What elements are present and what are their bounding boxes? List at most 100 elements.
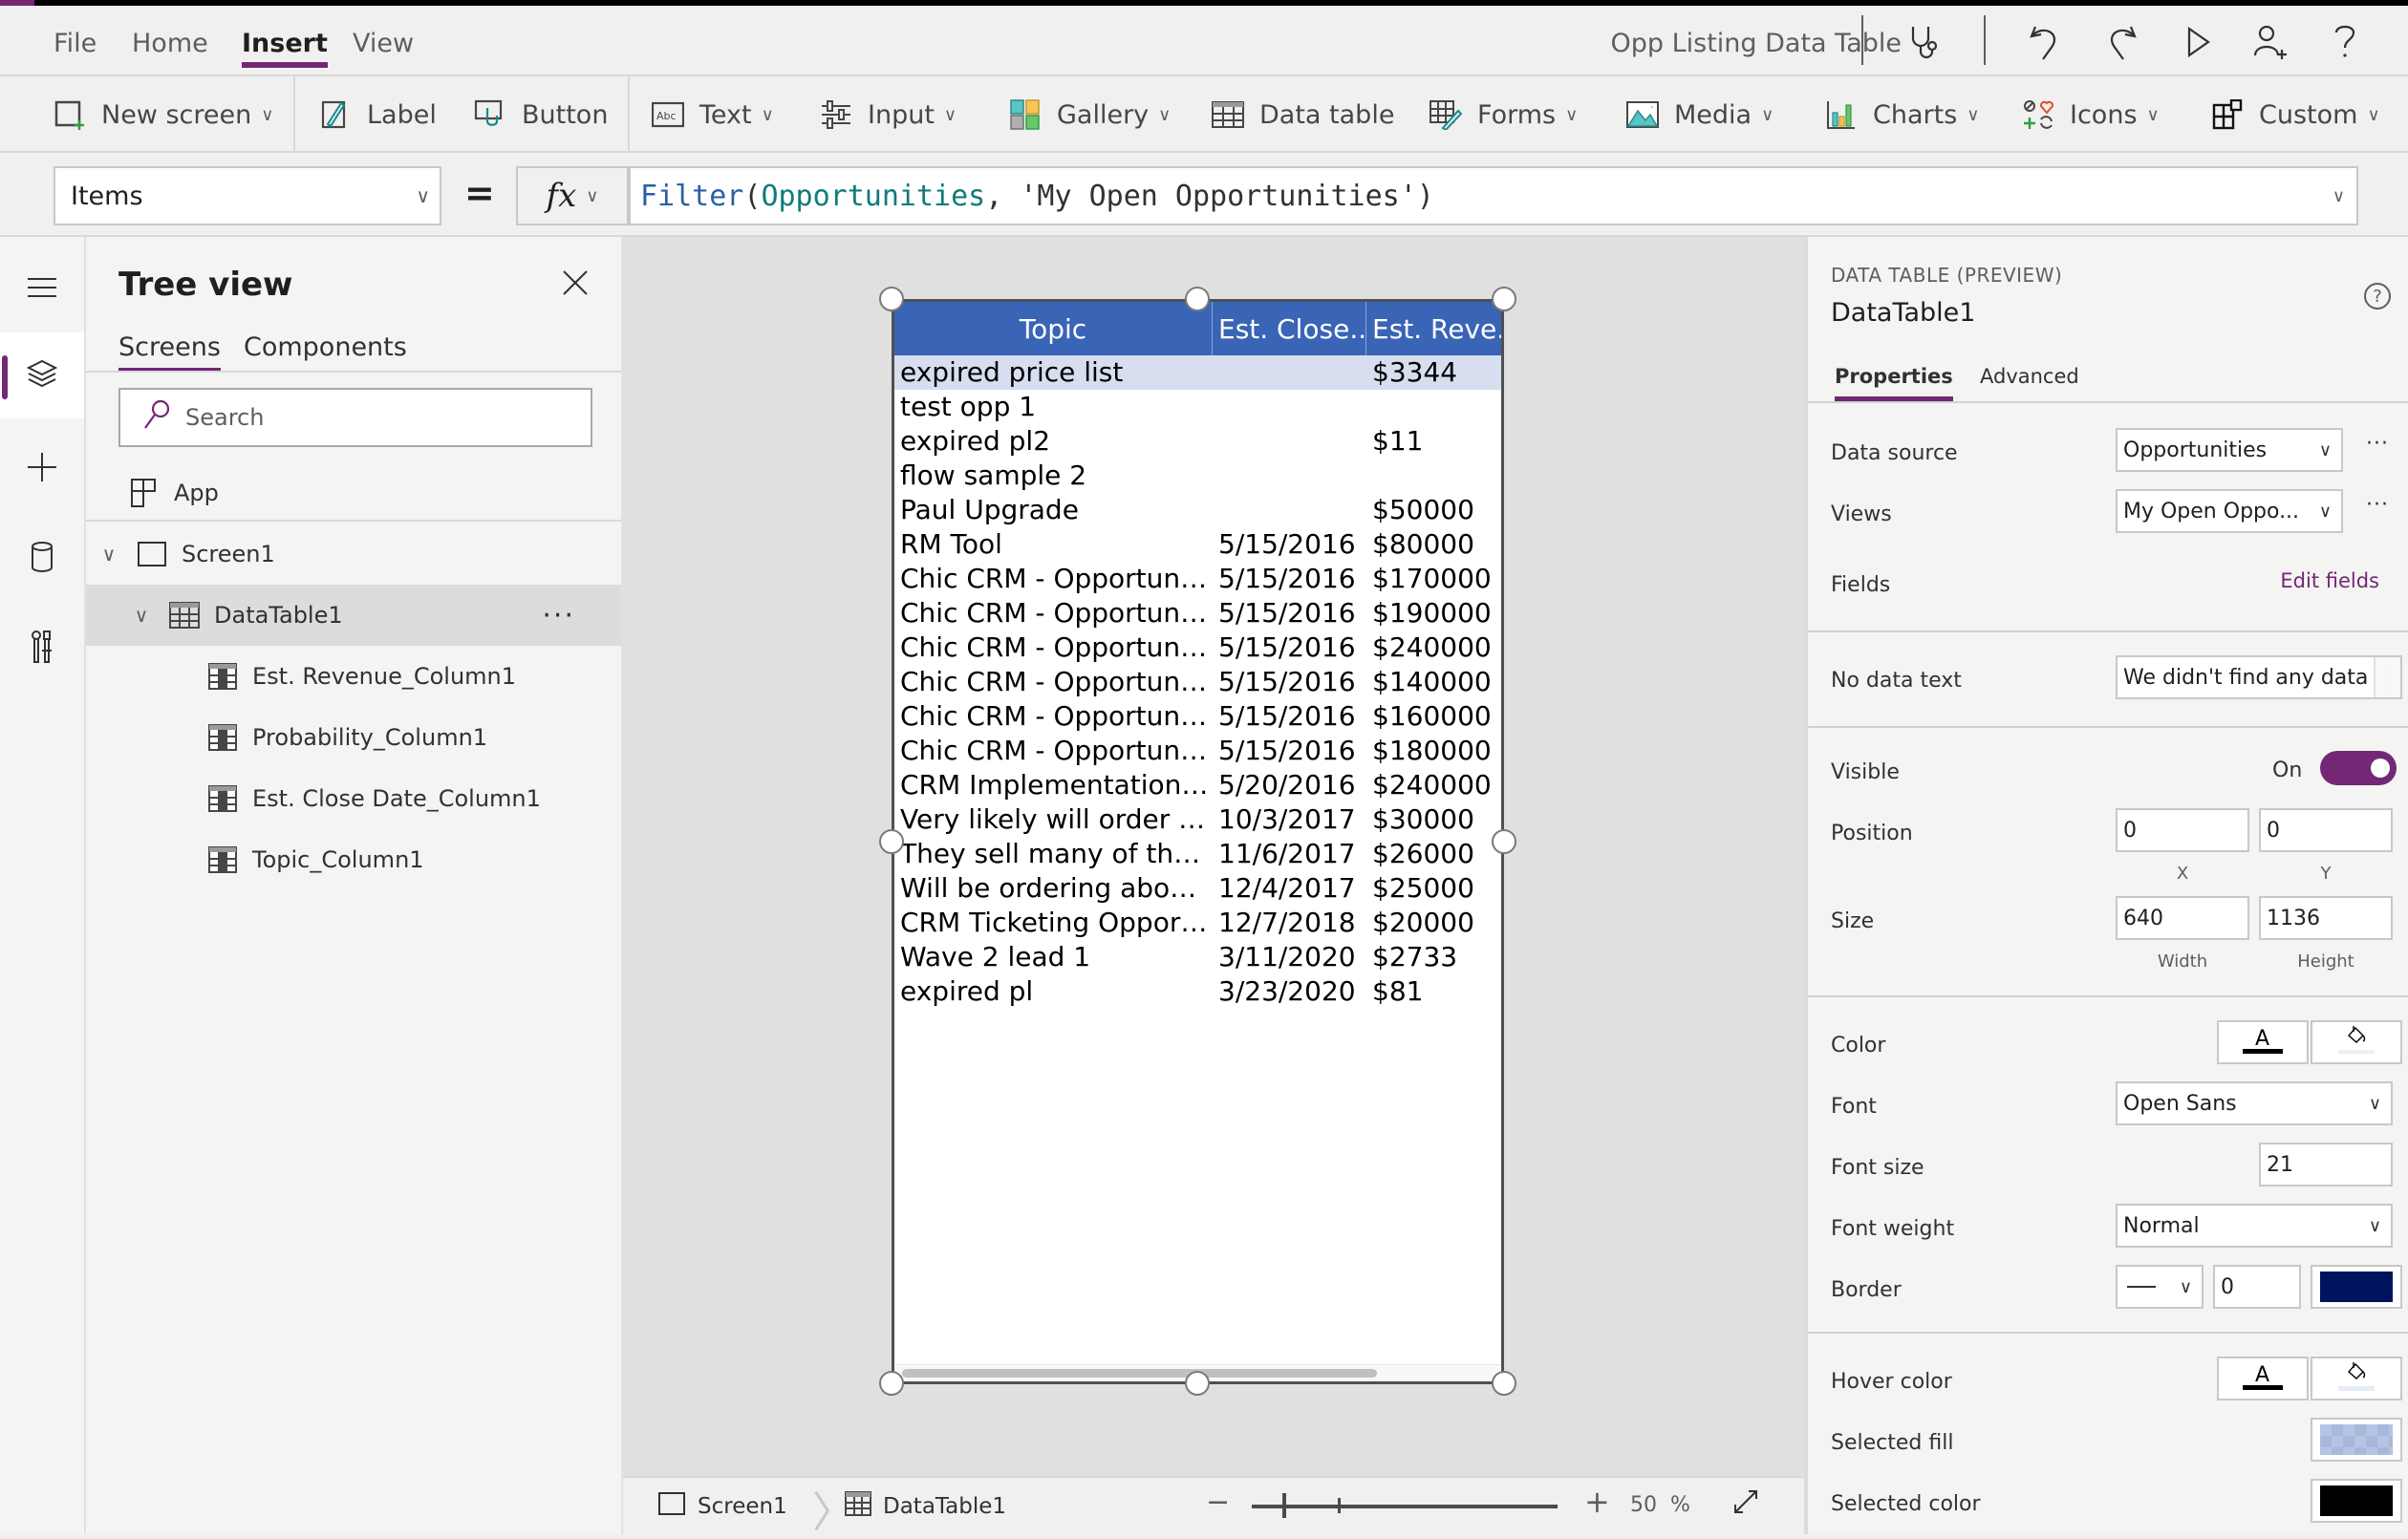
tree-item-column[interactable]: Topic_Column1 [86, 829, 621, 890]
text-color-button[interactable]: A [2217, 1020, 2309, 1064]
table-row[interactable]: test opp 1 [894, 390, 1501, 424]
table-row[interactable]: RM Tool 5/15/2016 $80000 [894, 527, 1501, 562]
height-input[interactable]: 1136 [2259, 896, 2393, 940]
table-row[interactable]: Chic CRM - Opportunit... 5/15/2016 $180000 [894, 734, 1501, 768]
table-row[interactable]: Wave 2 lead 1 3/11/2020 $2733 [894, 940, 1501, 974]
views-dropdown[interactable]: My Open Oppo... ∨ [2116, 489, 2343, 533]
resize-handle-bottom-left[interactable] [879, 1371, 904, 1396]
charts-button[interactable]: Charts ∨ [1825, 76, 1979, 153]
data-table-button[interactable]: Data table [1212, 76, 1394, 153]
table-row[interactable]: They sell many of the s... 11/6/2017 $2600… [894, 837, 1501, 871]
zoom-slider[interactable] [1252, 1493, 1558, 1518]
position-x-input[interactable]: 0 [2116, 808, 2249, 852]
more-options-icon[interactable]: ··· [2366, 493, 2389, 517]
selected-color-button[interactable] [2311, 1479, 2402, 1523]
font-dropdown[interactable]: Open Sans ∨ [2116, 1081, 2393, 1125]
tree-layers-icon[interactable] [0, 332, 84, 418]
resize-handle-top-right[interactable] [1492, 287, 1516, 311]
table-row[interactable]: Paul Upgrade $50000 [894, 493, 1501, 527]
label-button[interactable]: Label [319, 76, 437, 153]
data-source-dropdown[interactable]: Opportunities ∨ [2116, 428, 2343, 472]
fx-button[interactable]: fx ∨ [516, 166, 629, 225]
table-row[interactable]: Chic CRM - Opportunity 5/15/2016 $170000 [894, 562, 1501, 596]
tab-properties[interactable]: Properties [1835, 365, 1953, 401]
border-style-dropdown[interactable]: ∨ [2116, 1265, 2204, 1309]
input-button[interactable]: Input ∨ [820, 76, 957, 153]
zoom-out-button[interactable]: − [1206, 1486, 1230, 1519]
text-button[interactable]: Abc Text ∨ [652, 76, 774, 153]
tree-item-column[interactable]: Probability_Column1 [86, 707, 621, 768]
border-thickness-input[interactable]: 0 [2213, 1265, 2301, 1309]
tab-advanced[interactable]: Advanced [1980, 365, 2079, 388]
gallery-button[interactable]: Gallery ∨ [1009, 76, 1171, 153]
visible-toggle[interactable] [2320, 751, 2397, 785]
chevron-down-icon[interactable]: ∨ [128, 604, 155, 627]
width-input[interactable]: 640 [2116, 896, 2249, 940]
share-user-icon[interactable] [2247, 19, 2293, 65]
tree-item-screen1[interactable]: ∨ Screen1 [86, 524, 621, 585]
expand-input-button[interactable] [2374, 657, 2400, 697]
new-screen-button[interactable]: New screen ∨ [54, 76, 273, 153]
table-row[interactable]: expired price list $3344 [894, 355, 1501, 390]
tab-home[interactable]: Home [132, 29, 208, 58]
formula-input[interactable]: Filter(Opportunities, 'My Open Opportuni… [629, 166, 2358, 225]
tree-item-column[interactable]: Est. Close Date_Column1 [86, 768, 621, 829]
position-y-input[interactable]: 0 [2259, 808, 2393, 852]
table-row[interactable]: CRM Implementation f... 5/20/2016 $240000 [894, 768, 1501, 802]
fill-color-button[interactable] [2311, 1020, 2402, 1064]
table-row[interactable]: Will be ordering about ... 12/4/2017 $2500… [894, 871, 1501, 906]
table-row[interactable]: expired pl2 $11 [894, 424, 1501, 459]
play-icon[interactable] [2175, 19, 2221, 65]
tab-insert[interactable]: Insert [242, 29, 328, 68]
table-row[interactable]: Chic CRM - Opportunit... 5/15/2016 $160000 [894, 699, 1501, 734]
tab-file[interactable]: File [54, 29, 97, 58]
breadcrumb-datatable1[interactable]: DataTable1 [845, 1491, 1006, 1522]
breadcrumb-screen1[interactable]: Screen1 [657, 1491, 787, 1522]
expand-formula-icon[interactable]: ∨ [2333, 186, 2345, 206]
custom-button[interactable]: Custom ∨ [2211, 76, 2380, 153]
forms-button[interactable]: Forms ∨ [1430, 76, 1578, 153]
data-cylinder-icon[interactable] [0, 514, 84, 600]
tab-view[interactable]: View [353, 29, 414, 58]
help-icon[interactable] [2322, 19, 2368, 65]
resize-handle-top-left[interactable] [879, 287, 904, 311]
border-color-button[interactable] [2311, 1265, 2402, 1309]
selected-fill-button[interactable] [2311, 1418, 2402, 1462]
property-dropdown[interactable]: Items ∨ [54, 166, 441, 225]
resize-handle-right[interactable] [1492, 829, 1516, 854]
button-button[interactable]: Button [474, 76, 608, 153]
help-icon[interactable]: ? [2364, 283, 2391, 310]
table-row[interactable]: Very likely will order 1... 10/3/2017 $300… [894, 802, 1501, 837]
app-checker-icon[interactable] [1902, 19, 1947, 65]
media-button[interactable]: Media ∨ [1626, 76, 1774, 153]
redo-icon[interactable] [2098, 19, 2144, 65]
tree-search-input[interactable]: Search [118, 388, 592, 447]
close-icon[interactable] [562, 266, 589, 305]
table-row[interactable]: Chic CRM - Opportunit... 5/15/2016 $190000 [894, 596, 1501, 631]
hamburger-menu-icon[interactable] [0, 245, 84, 331]
column-header-topic[interactable]: Topic [894, 302, 1213, 355]
more-options-icon[interactable]: ··· [2366, 432, 2389, 456]
tab-components[interactable]: Components [244, 332, 407, 362]
column-header-est-revenue[interactable]: Est. Reve... [1366, 302, 1501, 355]
table-row[interactable]: flow sample 2 [894, 459, 1501, 493]
resize-handle-top[interactable] [1185, 287, 1210, 311]
tree-item-column[interactable]: Est. Revenue_Column1 [86, 646, 621, 707]
table-row[interactable]: Chic CRM - Opportunit... 5/15/2016 $240000 [894, 631, 1501, 665]
scrollbar-thumb[interactable] [902, 1369, 1377, 1378]
hover-fill-button[interactable] [2311, 1357, 2402, 1400]
fit-to-window-icon[interactable] [1731, 1487, 1760, 1524]
resize-handle-bottom-right[interactable] [1492, 1371, 1516, 1396]
edit-fields-link[interactable]: Edit fields [2280, 569, 2379, 592]
table-row[interactable]: CRM Ticketing Opport... 12/7/2018 $20000 [894, 906, 1501, 940]
advanced-tools-icon[interactable] [0, 604, 84, 690]
tree-item-app[interactable]: App [86, 462, 621, 524]
hover-text-color-button[interactable]: A [2217, 1357, 2309, 1400]
icons-button[interactable]: Icons ∨ [2022, 76, 2160, 153]
chevron-down-icon[interactable]: ∨ [96, 543, 122, 566]
undo-icon[interactable] [2022, 19, 2068, 65]
resize-handle-bottom[interactable] [1185, 1371, 1210, 1396]
font-weight-dropdown[interactable]: Normal ∨ [2116, 1204, 2393, 1248]
more-options-icon[interactable]: ··· [542, 599, 575, 632]
data-table-control[interactable]: Topic Est. Close... Est. Reve... expired… [892, 299, 1504, 1384]
